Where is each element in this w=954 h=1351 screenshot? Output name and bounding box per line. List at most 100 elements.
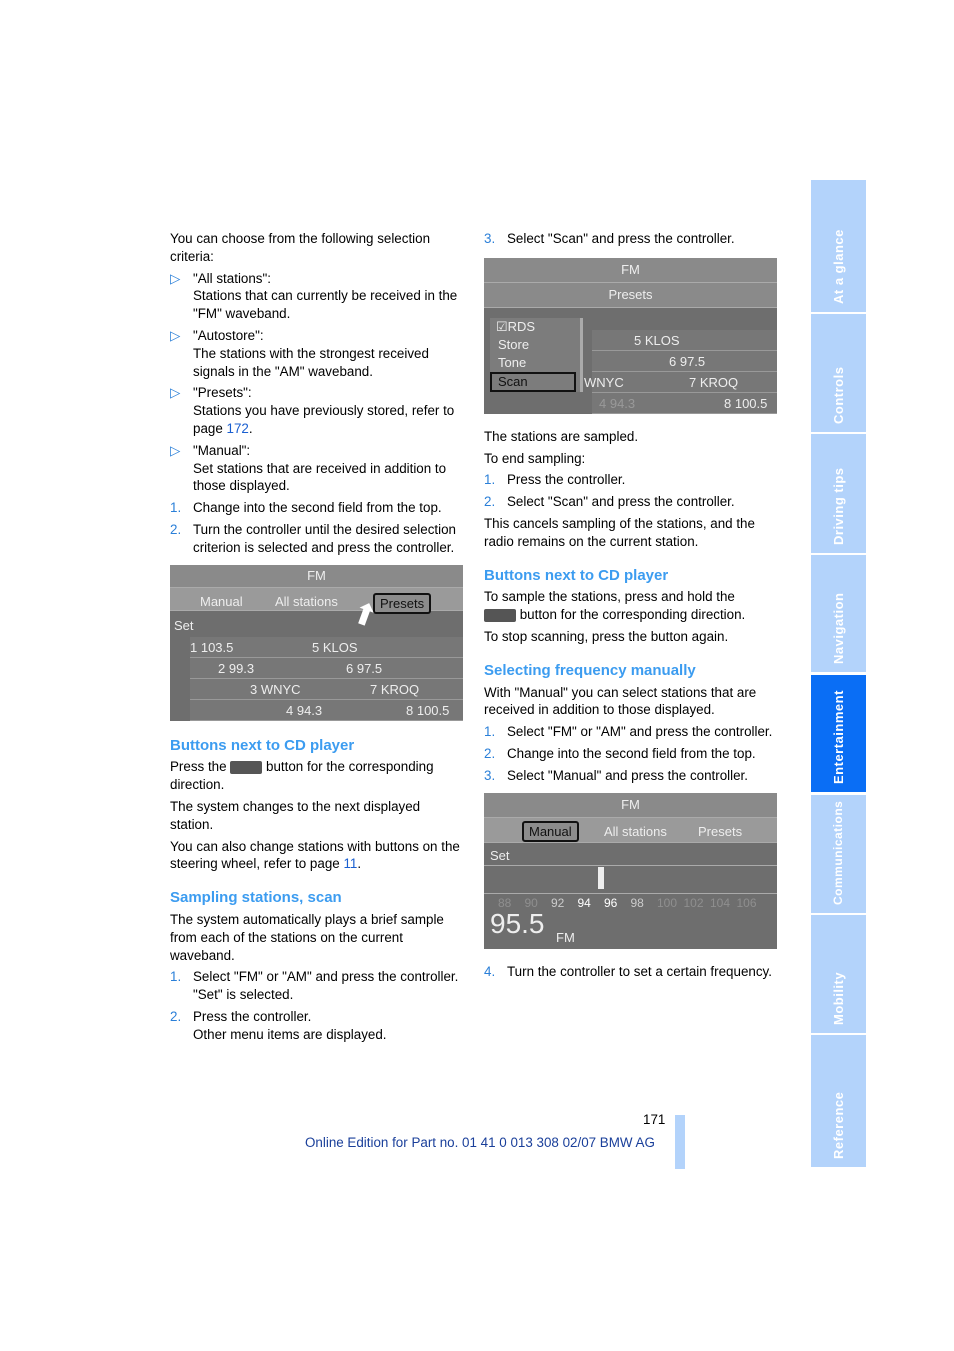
station: 8 100.5 xyxy=(724,395,768,411)
page-number: 171 xyxy=(643,1112,666,1127)
step-text: Turn the controller until the desired se… xyxy=(193,521,456,555)
tab-label: Communications xyxy=(830,800,845,905)
bullet-item: ▷ "All stations": Stations that can curren… xyxy=(170,270,465,323)
station: 1 103.5 xyxy=(190,639,234,655)
step-text: Press the controller. xyxy=(507,472,626,488)
triangle-bullet-icon: ▷ xyxy=(170,270,181,286)
left-column: You can choose from the following select… xyxy=(170,230,465,1048)
tab-label: Reference xyxy=(830,1091,846,1159)
right-column: 3. Select "Scan" and press the controller… xyxy=(484,230,779,984)
station: 4 94.3 xyxy=(286,702,323,718)
station: 5 KLOS xyxy=(634,332,680,348)
step-text: Select "Scan" and press the controller. xyxy=(507,231,735,246)
set-label: Set xyxy=(490,847,510,863)
step-text: Change into the second field from the to… xyxy=(193,500,442,516)
tab-presets: Presets xyxy=(698,823,743,839)
text: The system automatically plays a brief s… xyxy=(170,911,444,963)
station: 8 100.5 xyxy=(406,702,450,718)
step-item: 2. Turn the controller until the desired … xyxy=(170,521,465,557)
heading-sampling: Sampling stations, scan xyxy=(170,889,342,907)
step-number: 4. xyxy=(484,963,496,979)
station: 7 KROQ xyxy=(689,374,739,390)
scale-tick-label: 96 xyxy=(604,895,618,910)
band-label: FM xyxy=(621,261,640,277)
tab-all-stations: All stations xyxy=(275,593,338,609)
tab-controls[interactable]: Controls xyxy=(811,314,866,432)
tab-label: Driving tips xyxy=(830,467,846,545)
scale-tick-label: 92 xyxy=(551,895,565,910)
step-text: Select "Manual" and press the controller… xyxy=(507,767,748,783)
step-text: Turn the controller to set a certain fre… xyxy=(507,963,772,979)
text: To sample the stations, press and hold t… xyxy=(484,589,735,605)
text: To end sampling: xyxy=(484,450,586,466)
tab-entertainment[interactable]: Entertainment xyxy=(811,675,866,792)
step-sub: Other menu items are displayed. xyxy=(193,1026,387,1042)
station: 5 KLOS xyxy=(312,639,358,655)
text: You can also change stations with button… xyxy=(170,838,460,872)
bullet-title: "Manual": xyxy=(193,442,251,458)
step-item: 1. Select "FM" or "AM" and press the cont… xyxy=(170,968,465,1004)
step-number: 1. xyxy=(170,500,182,516)
step-number: 2. xyxy=(170,521,182,537)
step-number: 1. xyxy=(170,969,182,985)
heading-buttons-cd: Buttons next to CD player xyxy=(484,566,669,584)
tab-label: At a glance xyxy=(830,229,846,304)
check-icon: ☑ xyxy=(496,318,508,334)
seek-button-icon xyxy=(230,761,263,775)
punct: . xyxy=(248,420,253,436)
bullet-text: Stations that can currently be received … xyxy=(193,288,458,322)
tab-navigation[interactable]: Navigation xyxy=(811,555,866,672)
heading-buttons-cd: Buttons next to CD player xyxy=(170,736,355,754)
band-label: FM xyxy=(621,796,640,812)
step-sub: "Set" is selected. xyxy=(193,987,294,1003)
step-text: Select "FM" or "AM" and press the contro… xyxy=(507,724,773,740)
tab-reference[interactable]: Reference xyxy=(811,1035,866,1167)
page-link-172[interactable]: 172 xyxy=(227,421,249,436)
bullet-text: The stations with the strongest received… xyxy=(193,345,429,379)
step-number: 3. xyxy=(484,767,496,783)
step-number: 2. xyxy=(170,1008,182,1024)
text: The stations are sampled. xyxy=(484,428,639,444)
step-item: 3. Select "Scan" and press the controller… xyxy=(484,230,779,248)
menu-item-rds: RDS xyxy=(507,318,536,334)
edition-note: Online Edition for Part no. 01 41 0 013 … xyxy=(305,1135,655,1150)
step-number: 3. xyxy=(484,231,496,246)
station: WNYC xyxy=(584,374,624,390)
scale-tick-label: 94 xyxy=(577,895,591,910)
intro-text: You can choose from the following select… xyxy=(170,231,431,264)
heading-manual: Selecting frequency manually xyxy=(484,661,696,679)
tab-at-a-glance[interactable]: At a glance xyxy=(811,180,866,312)
bullet-title: "All stations": xyxy=(193,270,271,286)
seek-button-icon xyxy=(484,609,516,623)
scale-tick-label: 98 xyxy=(630,895,644,910)
step-item: 1. Press the controller. xyxy=(484,471,779,489)
scale-tick-label: 106 xyxy=(736,895,757,910)
menu-item-tone: Tone xyxy=(498,354,527,370)
bullet-item: ▷ "Manual": Set stations that are received… xyxy=(170,442,465,495)
scale-tick-label: 102 xyxy=(683,895,704,910)
tab-driving-tips[interactable]: Driving tips xyxy=(811,434,866,553)
tab-all-stations: All stations xyxy=(604,823,667,839)
tab-manual: Manual xyxy=(522,820,579,843)
step-text: Press the controller. xyxy=(193,1008,312,1024)
menu-item-scan: Scan xyxy=(490,371,576,392)
bullet-item: ▷ "Autostore": The stations with the stron… xyxy=(170,327,465,380)
station: 4 94.3 xyxy=(599,395,636,411)
station: 6 97.5 xyxy=(346,660,383,676)
options-menu: ☑RDS Store Tone Scan xyxy=(490,317,583,392)
triangle-bullet-icon: ▷ xyxy=(170,327,181,343)
tab-mobility[interactable]: Mobility xyxy=(811,915,866,1033)
tab-communications[interactable]: Communications xyxy=(811,795,866,913)
step-item: 2. Change into the second field from the … xyxy=(484,745,779,763)
step-item: 1. Select "FM" or "AM" and press the cont… xyxy=(484,723,779,741)
scale-tick-label: 104 xyxy=(710,895,731,910)
scale-tick-label: 100 xyxy=(657,895,678,910)
triangle-bullet-icon: ▷ xyxy=(170,385,181,401)
step-text: Change into the second field from the to… xyxy=(507,745,756,761)
manual-page: You can choose from the following select… xyxy=(0,0,954,1351)
page-link-11[interactable]: 11 xyxy=(343,856,357,871)
band-unit: FM xyxy=(556,929,575,945)
station: 7 KROQ xyxy=(370,681,420,697)
radio-screen-presets: FM Manual All stations Presets Set ⬆ 1 1… xyxy=(170,564,463,721)
radio-screen-scan: FM Presets 5 KLOS 6 97.5 WNYC 7 KROQ 4 9… xyxy=(484,257,777,414)
